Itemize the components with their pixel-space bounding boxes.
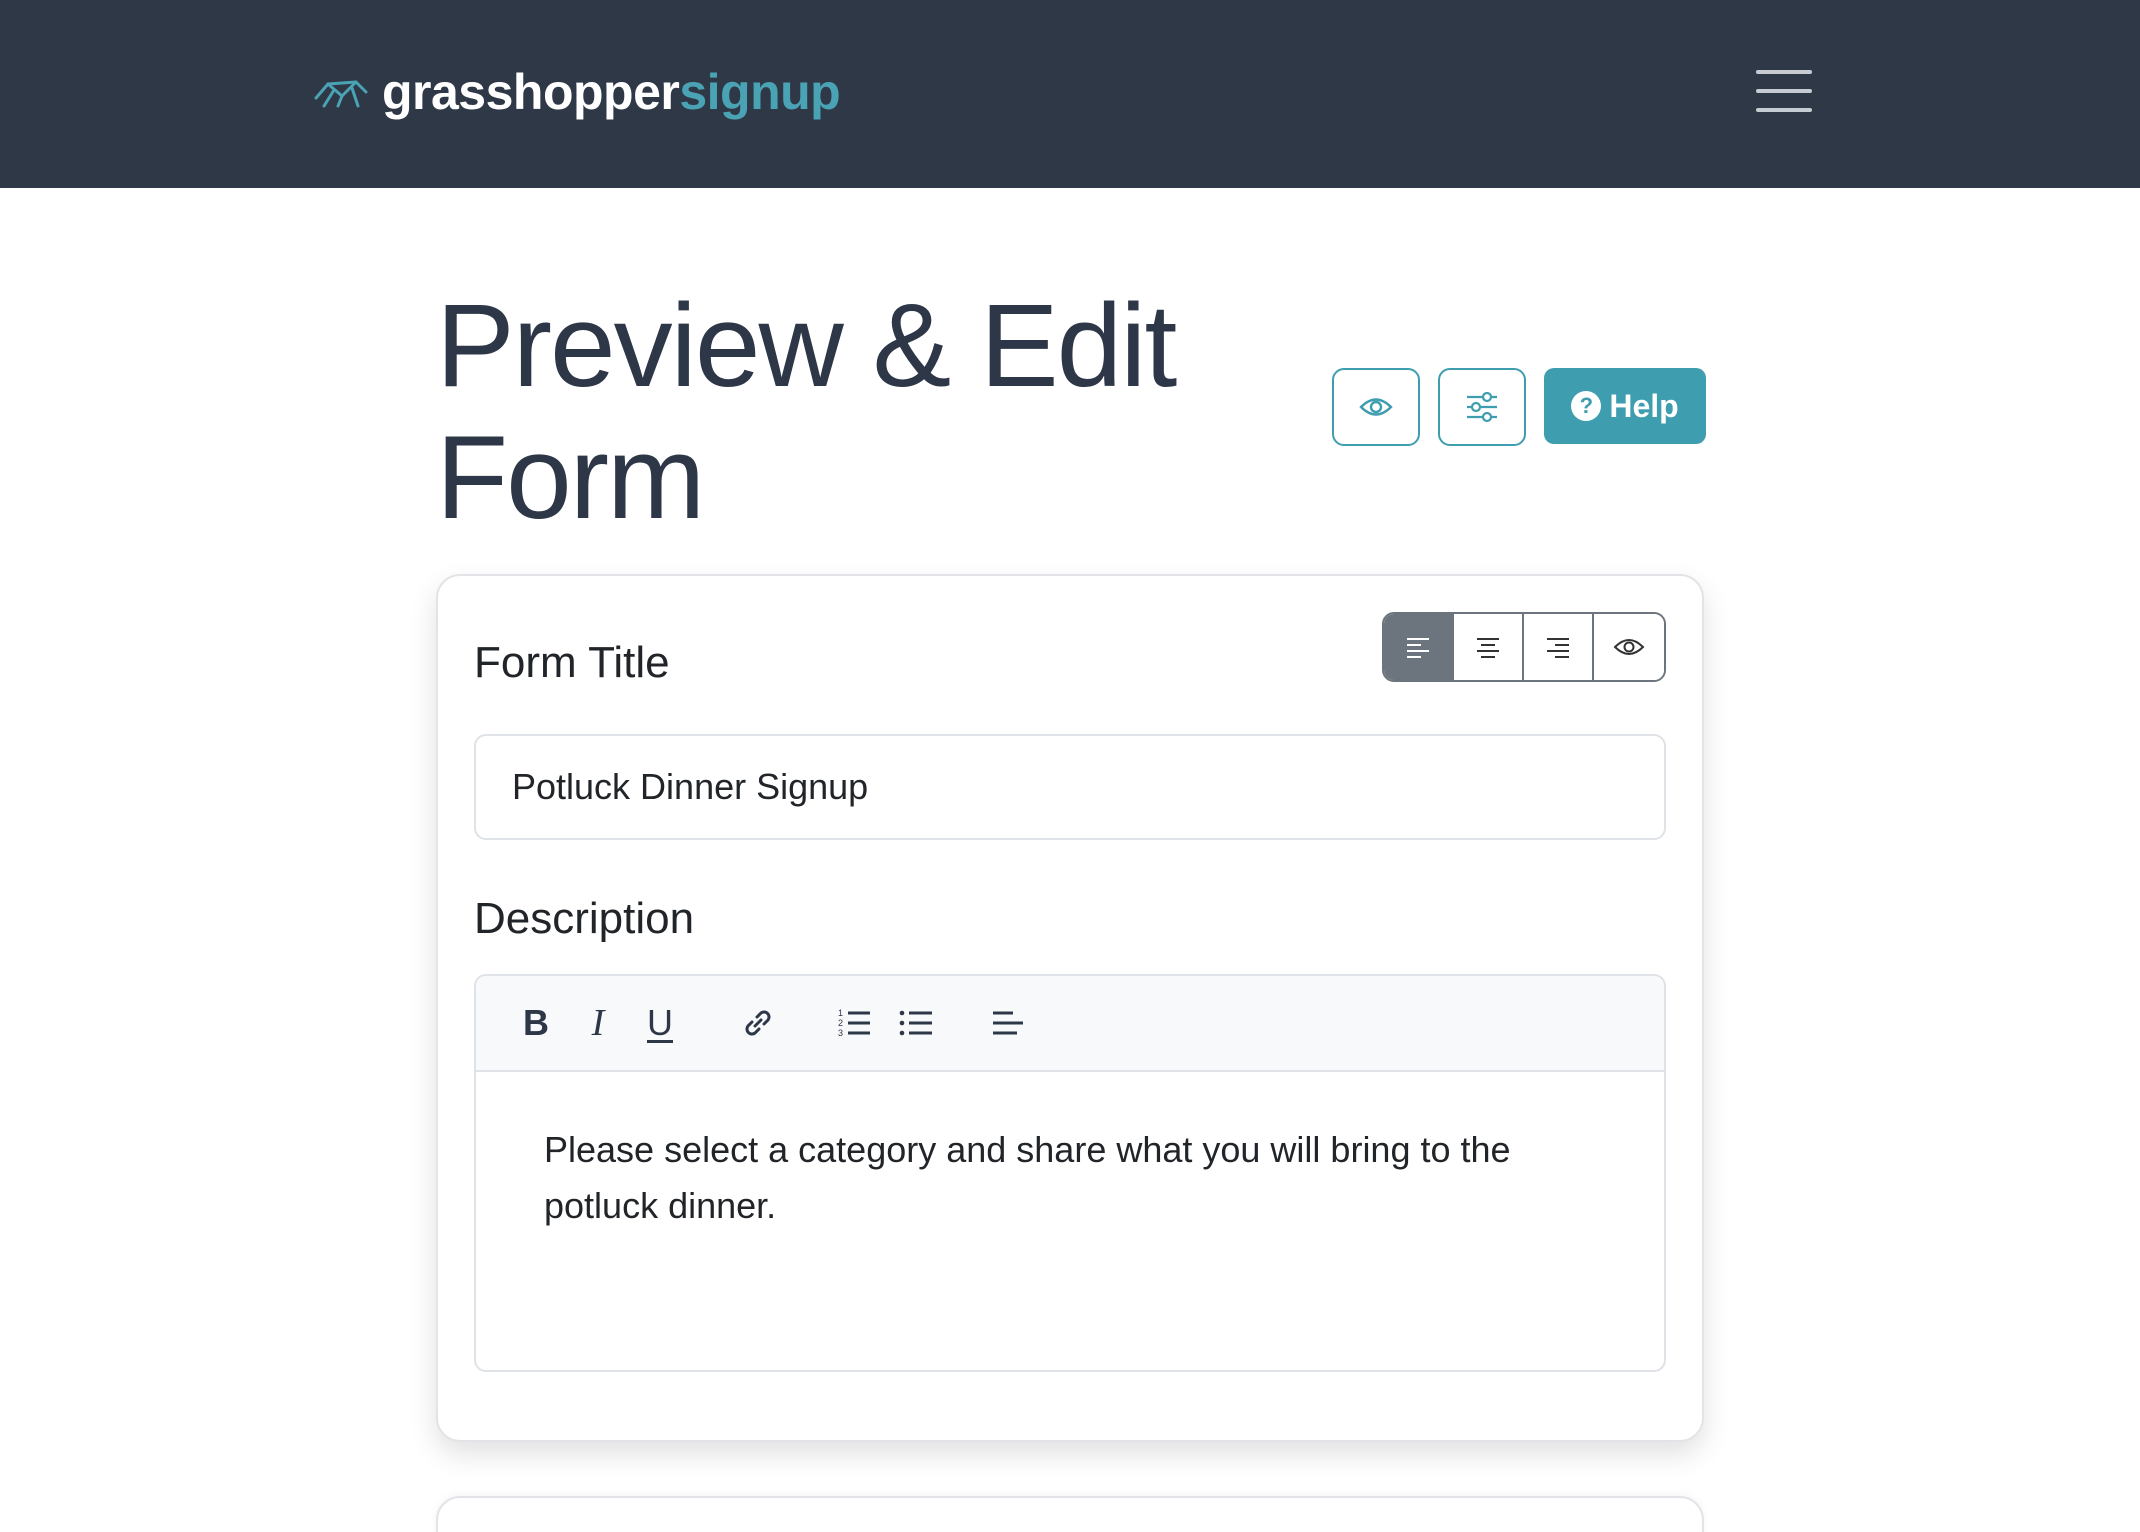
description-label: Description <box>474 894 695 943</box>
form-title-label: Form Title <box>474 638 670 687</box>
editor-toolbar: B I U 1 2 3 <box>476 976 1664 1072</box>
link-icon <box>745 1010 771 1036</box>
help-label: Help <box>1609 387 1679 424</box>
form-settings-card: Form Title Potluck Dinner Signup Descrip… <box>436 574 1704 1442</box>
eye-icon <box>1359 398 1393 416</box>
italic-button[interactable]: I <box>578 995 618 1051</box>
bold-button[interactable]: B <box>516 995 556 1051</box>
eye-icon <box>1613 639 1645 655</box>
svg-text:3: 3 <box>838 1028 843 1038</box>
description-text-area[interactable]: Please select a category and share what … <box>476 1072 1664 1284</box>
align-center-icon <box>1477 638 1499 658</box>
sliders-icon <box>1467 391 1497 423</box>
description-text: Please select a category and share what … <box>544 1129 1511 1226</box>
hamburger-menu-icon[interactable] <box>1756 70 1812 116</box>
align-right-button[interactable] <box>1524 614 1594 680</box>
svg-text:1: 1 <box>838 1008 843 1018</box>
form-title-input[interactable] <box>474 734 1666 840</box>
svg-text:2: 2 <box>838 1018 843 1028</box>
align-right-icon <box>1547 638 1569 658</box>
page-actions: ? Help <box>1332 368 1706 446</box>
ordered-list-button[interactable]: 1 2 3 <box>832 995 876 1051</box>
ordered-list-icon: 1 2 3 <box>838 1008 870 1038</box>
align-icon <box>993 1011 1023 1035</box>
align-left-icon <box>1407 638 1429 658</box>
underline-button[interactable]: U <box>640 995 680 1051</box>
question-circle-icon: ? <box>1571 391 1602 421</box>
page-title: Preview & Edit Form <box>436 280 1177 544</box>
align-left-button[interactable] <box>1384 614 1454 680</box>
brand-logo[interactable]: grasshoppersignup <box>312 60 841 124</box>
settings-button[interactable] <box>1438 368 1526 446</box>
text-align-button[interactable] <box>986 995 1030 1051</box>
next-section-card <box>436 1496 1704 1532</box>
description-editor: B I U 1 2 3 Please select a category and… <box>474 974 1666 1372</box>
brand-name-part2: signup <box>679 64 841 120</box>
title-visibility-button[interactable] <box>1594 614 1664 680</box>
bullet-list-icon <box>899 1010 932 1036</box>
help-button[interactable]: ? Help <box>1544 368 1706 444</box>
title-alignment-group <box>1382 612 1666 682</box>
align-center-button[interactable] <box>1454 614 1524 680</box>
top-navbar: grasshoppersignup <box>0 0 2140 188</box>
preview-button[interactable] <box>1332 368 1420 446</box>
brand-name-part1: grasshopper <box>382 64 680 120</box>
link-button[interactable] <box>736 995 780 1051</box>
bullet-list-button[interactable] <box>894 995 938 1051</box>
grasshopper-logo-icon <box>314 80 368 108</box>
